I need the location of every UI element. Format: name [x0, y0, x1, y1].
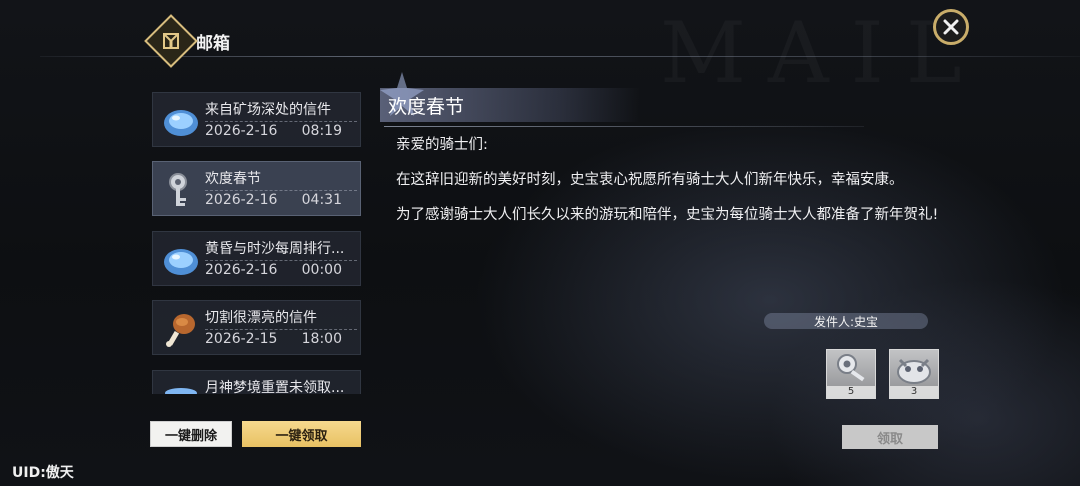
blue-bowl-icon: [165, 388, 197, 394]
detail-divider: [384, 126, 864, 127]
mail-date: 2026-2-16: [205, 123, 278, 139]
silver-key-icon: [837, 354, 865, 382]
mailbox-emblem-icon: [144, 14, 198, 68]
blue-orb-icon: [164, 110, 198, 136]
mail-paragraph: 在这辞旧迎新的美好时刻，史宝衷心祝愿所有骑士大人们新年快乐，幸福安康。: [396, 172, 904, 188]
uid-label: UID:傲天: [12, 465, 74, 481]
silver-key-icon: [169, 173, 187, 206]
reward-count: 3: [890, 386, 938, 398]
sender-text: 发件人:史宝: [813, 314, 879, 329]
mail-time: 00:00: [301, 262, 342, 278]
blue-orb-icon: [164, 249, 198, 275]
reward-item[interactable]: 5: [826, 349, 876, 399]
close-button[interactable]: [933, 9, 969, 45]
page-title: 邮箱: [196, 33, 230, 54]
mail-subject: 黄昏与时沙每周排行...: [205, 238, 357, 261]
mail-subject: 来自矿场深处的信件: [205, 99, 357, 122]
claim-button[interactable]: 领取: [842, 425, 938, 449]
mail-subject: 欢度春节: [205, 168, 357, 191]
drumstick-icon: [166, 314, 195, 347]
mail-item[interactable]: 月神梦境重置未领取...: [152, 370, 361, 394]
close-icon: [943, 19, 959, 35]
mail-date: 2026-2-16: [205, 262, 278, 278]
mail-date: 2026-2-16: [205, 192, 278, 208]
mail-item[interactable]: 来自矿场深处的信件 2026-2-16 08:19: [152, 92, 361, 147]
reward-count: 5: [827, 386, 875, 398]
mail-time: 18:00: [301, 331, 342, 347]
mail-date: 2026-2-15: [205, 331, 278, 347]
silver-creature-icon: [897, 358, 931, 384]
mail-subject: 切割很漂亮的信件: [205, 307, 357, 330]
mail-detail-title: 欢度春节: [388, 96, 465, 118]
mail-item-selected[interactable]: 欢度春节 2026-2-16 04:31: [152, 161, 361, 216]
mail-detail-body: 亲爱的骑士们: 在这辞旧迎新的美好时刻，史宝衷心祝愿所有骑士大人们新年快乐，幸福…: [396, 134, 946, 239]
mail-item[interactable]: 切割很漂亮的信件 2026-2-15 18:00: [152, 300, 361, 355]
delete-all-button[interactable]: 一键删除: [150, 421, 232, 447]
mail-time: 04:31: [301, 192, 342, 208]
mail-item[interactable]: 黄昏与时沙每周排行... 2026-2-16 00:00: [152, 231, 361, 286]
mail-subject: 月神梦境重置未领取...: [205, 377, 357, 394]
mail-list[interactable]: 来自矿场深处的信件 2026-2-16 08:19 欢度春节 2026-2-16…: [152, 92, 361, 394]
reward-item[interactable]: 3: [889, 349, 939, 399]
claim-all-button[interactable]: 一键领取: [242, 421, 361, 447]
mail-time: 08:19: [301, 123, 342, 139]
mail-paragraph: 为了感谢骑士大人们长久以来的游玩和陪伴，史宝为每位骑士大人都准备了新年贺礼!: [396, 207, 939, 223]
page-header: 邮箱: [144, 14, 230, 68]
mail-greeting: 亲爱的骑士们:: [396, 137, 488, 153]
sender-label: 发件人:史宝: [764, 313, 928, 329]
